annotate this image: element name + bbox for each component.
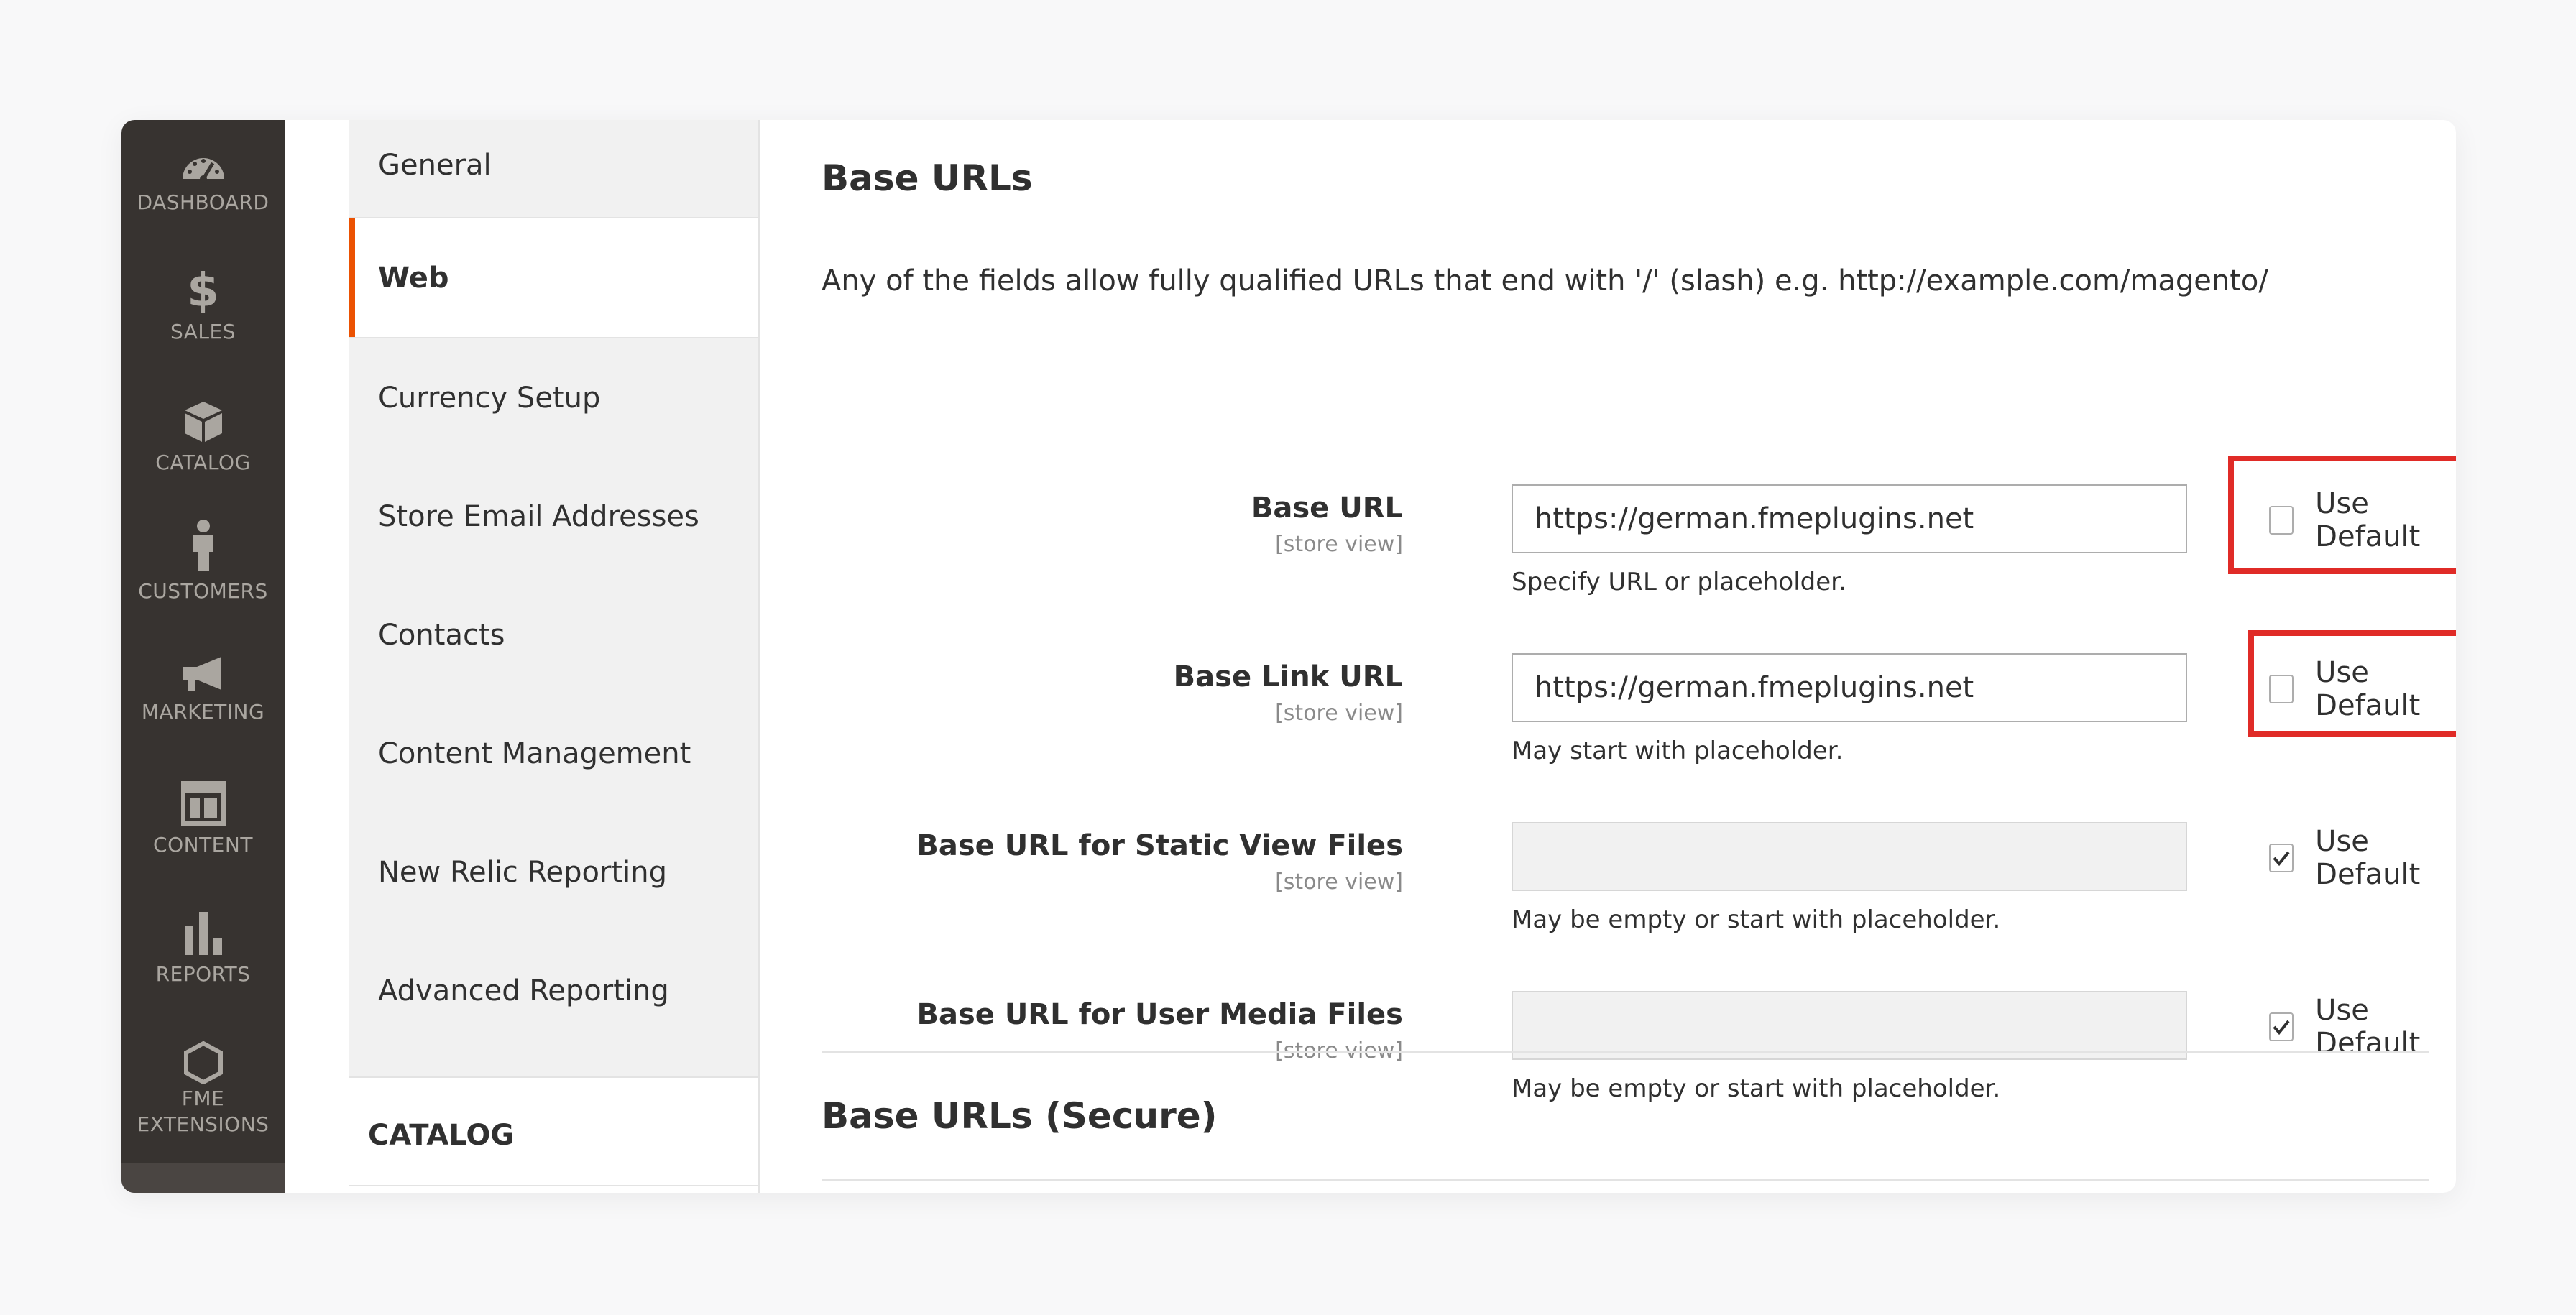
tab-new-relic-reporting[interactable]: New Relic Reporting (349, 813, 758, 931)
field-label: Base Link URL (1173, 660, 1403, 693)
field-label: Base URL (1251, 492, 1403, 525)
field-note: May start with placeholder. (1512, 737, 1844, 765)
tab-label: Currency Setup (378, 381, 601, 415)
nav-item-sales[interactable]: $ SALES (121, 264, 285, 346)
nav-label: SALES (170, 320, 236, 343)
field-row-base-link-url: Base Link URL [store view] May start wit… (760, 653, 2456, 804)
checkbox-box[interactable] (2269, 844, 2294, 872)
use-default-checkbox[interactable]: Use Default (2269, 994, 2456, 1060)
person-icon (189, 519, 218, 572)
layout-icon (180, 781, 226, 826)
dashboard-icon (180, 147, 227, 183)
tab-content-management[interactable]: Content Management (349, 694, 758, 813)
divider (822, 1051, 2429, 1053)
nav-item-partial (121, 1163, 285, 1193)
use-default-checkbox[interactable]: Use Default (2269, 487, 2456, 553)
hexagon-icon (183, 1041, 223, 1084)
dollar-icon: $ (187, 264, 219, 318)
nav-item-reports[interactable]: REPORTS (121, 910, 285, 988)
field-note: May be empty or start with placeholder. (1512, 905, 2001, 934)
field-note: May be empty or start with placeholder. (1512, 1074, 2001, 1103)
field-row-static-view-files: Base URL for Static View Files [store vi… (760, 822, 2456, 973)
use-default-label: Use Default (2315, 487, 2421, 553)
tab-web[interactable]: Web (349, 218, 758, 337)
user-media-files-input[interactable] (1512, 991, 2187, 1060)
nav-item-fme-extensions[interactable]: FME EXTENSIONS (121, 1041, 285, 1138)
admin-window: DASHBOARD $ SALES CATALOG CUSTOMERS MARK… (121, 120, 2456, 1193)
nav-item-marketing[interactable]: MARKETING (121, 655, 285, 726)
nav-label-line: EXTENSIONS (137, 1112, 270, 1136)
section-title[interactable]: Base URLs (822, 157, 1033, 199)
tab-general[interactable]: General (349, 120, 758, 224)
tab-label: Content Management (378, 737, 691, 770)
tab-currency-setup[interactable]: Currency Setup (349, 338, 758, 457)
config-main: Base URLs Any of the fields allow fully … (760, 120, 2456, 1193)
admin-sidebar: DASHBOARD $ SALES CATALOG CUSTOMERS MARK… (121, 120, 285, 1193)
nav-label: CATALOG (155, 451, 251, 474)
checkbox-box[interactable] (2269, 1012, 2294, 1041)
use-default-checkbox[interactable]: Use Default (2269, 825, 2456, 891)
nav-label: REPORTS (155, 962, 251, 986)
bar-chart-icon (182, 910, 225, 955)
tab-group-label: CATALOG (368, 1119, 515, 1152)
tab-label: Contacts (378, 618, 505, 652)
divider (822, 1179, 2429, 1181)
tab-label: Web (378, 261, 449, 295)
tab-label: Store Email Addresses (378, 499, 699, 533)
nav-item-catalog[interactable]: CATALOG (121, 400, 285, 476)
field-row-base-url: Base URL [store view] Specify URL or pla… (760, 484, 2456, 635)
nav-label: CUSTOMERS (138, 579, 268, 603)
nav-label: FME EXTENSIONS (137, 1086, 270, 1138)
static-view-files-input[interactable] (1512, 822, 2187, 891)
nav-item-dashboard[interactable]: DASHBOARD (121, 147, 285, 216)
section-intro: Any of the fields allow fully qualified … (822, 264, 2268, 297)
base-link-url-input[interactable] (1512, 653, 2187, 722)
tab-store-email-addresses[interactable]: Store Email Addresses (349, 457, 758, 576)
use-default-label: Use Default (2315, 825, 2421, 891)
scope-label: [store view] (1275, 701, 1403, 726)
tab-group-catalog[interactable]: CATALOG (349, 1076, 758, 1193)
checkbox-box[interactable] (2269, 675, 2294, 703)
field-label: Base URL for Static View Files (916, 829, 1403, 862)
megaphone-icon (180, 655, 227, 693)
nav-label: DASHBOARD (137, 190, 270, 214)
nav-item-customers[interactable]: CUSTOMERS (121, 519, 285, 605)
box-icon (183, 400, 224, 443)
tab-label: New Relic Reporting (378, 855, 667, 889)
nav-label-line: FME (181, 1086, 225, 1110)
base-url-input[interactable] (1512, 484, 2187, 553)
nav-label: CONTENT (153, 833, 253, 857)
field-note: Specify URL or placeholder. (1512, 568, 1846, 596)
nav-item-content[interactable]: CONTENT (121, 781, 285, 859)
use-default-label: Use Default (2315, 656, 2421, 722)
config-tabs: General Web Currency Setup Store Email A… (349, 120, 760, 1193)
checkmark-icon (2273, 1020, 2290, 1035)
scope-label: [store view] (1275, 532, 1403, 557)
use-default-checkbox[interactable]: Use Default (2269, 656, 2456, 722)
divider (349, 1185, 758, 1186)
checkmark-icon (2273, 851, 2290, 867)
use-default-label: Use Default (2315, 994, 2421, 1060)
tab-label: General (378, 148, 492, 182)
checkbox-box[interactable] (2269, 506, 2294, 535)
scope-label: [store view] (1275, 869, 1403, 895)
tab-advanced-reporting[interactable]: Advanced Reporting (349, 931, 758, 1050)
field-label: Base URL for User Media Files (916, 998, 1403, 1031)
nav-label: MARKETING (141, 700, 265, 724)
section-title-secure[interactable]: Base URLs (Secure) (822, 1095, 1218, 1137)
tab-label: Advanced Reporting (378, 974, 669, 1007)
tab-contacts[interactable]: Contacts (349, 576, 758, 694)
